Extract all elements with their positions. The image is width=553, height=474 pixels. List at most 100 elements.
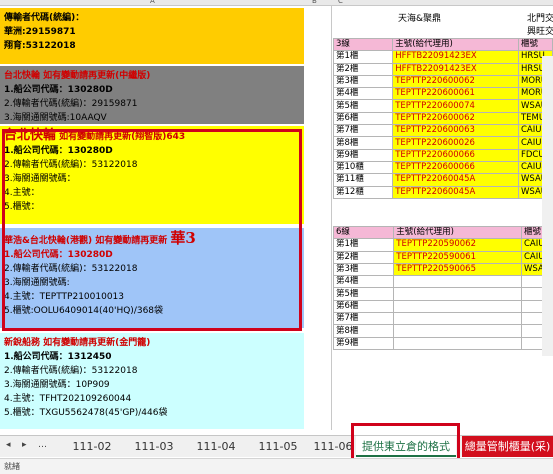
container-index-cell[interactable]: 第5櫃 bbox=[332, 99, 394, 113]
line-2: 2.傳輸者代碼(統編)：53122018 bbox=[4, 366, 138, 376]
sheet-tab-bar: ◂ ▸ … 111-02 111-03 111-04 111-05 111-06… bbox=[0, 435, 553, 457]
huazhou-code: 華洲:29159871 bbox=[4, 27, 76, 37]
container-index-cell[interactable]: 第3櫃 bbox=[332, 74, 394, 89]
container-index-cell[interactable]: 第4櫃 bbox=[332, 275, 395, 289]
transmitter-code-block[interactable]: 傳輸者代碼(統編)： 華洲:29159871 翔育:53122018 bbox=[0, 8, 304, 64]
master-number-cell[interactable] bbox=[393, 312, 522, 326]
scroll-first-icon[interactable]: ◂ bbox=[6, 440, 11, 450]
master-number-cell[interactable]: TEPTTP220600062 bbox=[392, 111, 519, 126]
master-number-cell[interactable]: TEPTTP220600074 bbox=[392, 99, 519, 113]
table-row: 第8櫃 bbox=[332, 324, 553, 338]
master-number-cell[interactable]: TEPTTP220590062 bbox=[393, 238, 522, 252]
tab-dongli-format[interactable]: 提供東立倉的格式 bbox=[356, 436, 456, 457]
master-number-cell[interactable]: TEPTTP220590061 bbox=[393, 250, 522, 264]
container-index-cell[interactable]: 第6櫃 bbox=[332, 299, 395, 314]
line-3: 3.海關通關號碼:10AAQV bbox=[4, 113, 107, 123]
master-number-cell[interactable]: TEPTTP220600062 bbox=[392, 74, 519, 89]
line-5: 5.櫃號：TXGU5562478(45'GP)/446袋 bbox=[4, 408, 168, 418]
container-index-cell[interactable]: 第4櫃 bbox=[332, 87, 394, 101]
master-number-cell[interactable]: TEPTTP22060045A bbox=[392, 185, 519, 199]
column-header-c[interactable]: C bbox=[338, 0, 343, 5]
table-row: 第5櫃 bbox=[332, 287, 553, 301]
container-index-cell[interactable]: 第12櫃 bbox=[332, 185, 394, 199]
tab-111-03[interactable]: 111-03 bbox=[124, 436, 184, 457]
more-tabs-icon[interactable]: … bbox=[38, 440, 47, 450]
header-cell[interactable]: 主號(給代理用) bbox=[392, 37, 519, 52]
line-3: 3.海關通關號碼：10P909 bbox=[4, 380, 110, 390]
line-2: 2.傳輸者代碼(統編)：53122018 bbox=[4, 264, 138, 274]
master-number-cell[interactable]: TEPTTP220600061 bbox=[392, 87, 519, 101]
xinrui-shipping-block[interactable]: 新銳船務 如有變動請再更新(金門籠) 1.船公司代碼：1312450 2.傳輸者… bbox=[0, 333, 304, 429]
table-row: 第6櫃 TEPTTP220600062 TEMU bbox=[332, 111, 553, 126]
taipei-express-xiangzhi-block[interactable]: 台北快輪 如有變動請再更新(翔智版)643 1.船公司代碼：130280D 2.… bbox=[0, 126, 304, 224]
master-number-cell[interactable] bbox=[393, 275, 522, 289]
line-4: 4.主號：TEPTTP210010013 bbox=[4, 292, 124, 302]
table-row: 第8櫃 TEPTTP220600026 CAIU5 bbox=[332, 136, 553, 150]
container-index-cell[interactable]: 第7櫃 bbox=[332, 124, 394, 138]
line-1: 1.船公司代碼：130280D bbox=[4, 250, 113, 260]
line-4: 4.主號： bbox=[4, 188, 40, 198]
title-rest: 如有變動請再更新(翔智版)643 bbox=[56, 132, 186, 142]
line-3: 3.海關通關號碼： bbox=[4, 174, 76, 184]
huahao-taipei-block[interactable]: 華浩&台北快輪(港觀) 如有變動請再更新 華3 1.船公司代碼：130280D … bbox=[0, 228, 304, 328]
master-number-cell[interactable]: TEPTTP220600063 bbox=[392, 124, 519, 138]
table-row: 第5櫃 TEPTTP220600074 WSAU bbox=[332, 99, 553, 113]
table-row: 第3櫃 TEPTTP220590065 WSAU bbox=[332, 262, 553, 277]
master-number-cell[interactable]: TEPTTP220600066 bbox=[392, 148, 519, 162]
column-header-b[interactable]: B bbox=[312, 0, 317, 5]
header-cell[interactable]: 櫃號 bbox=[517, 37, 553, 52]
container-index-cell[interactable]: 第9櫃 bbox=[332, 148, 394, 162]
header-cell[interactable]: 主號(給代理用) bbox=[393, 225, 522, 240]
scroll-prev-icon[interactable]: ▸ bbox=[22, 440, 27, 450]
master-number-cell[interactable]: TEPTTP220600066 bbox=[392, 160, 519, 175]
column-header-a[interactable]: A bbox=[150, 0, 155, 5]
container-index-cell[interactable]: 第7櫃 bbox=[332, 312, 395, 326]
table-row: 第2櫃 TEPTTP220590061 CAIU5 bbox=[332, 250, 553, 264]
container-index-cell[interactable]: 第3櫃 bbox=[332, 262, 395, 277]
table-row: 第4櫃 bbox=[332, 275, 553, 289]
line6-container-table: 6線 主號(給代理用) 櫃號 第1櫃 TEPTTP220590062 CAIU5 第2櫃 TE… bbox=[332, 225, 553, 350]
xingwang-header[interactable]: 興旺交 bbox=[527, 24, 553, 37]
xiangyu-code: 翔育:53122018 bbox=[4, 41, 76, 51]
vertical-scrollbar[interactable] bbox=[542, 56, 553, 356]
container-index-cell[interactable]: 第9櫃 bbox=[332, 336, 395, 350]
container-index-cell[interactable]: 第2櫃 bbox=[332, 250, 395, 264]
tianhai-header[interactable]: 天海&聚鼎 bbox=[398, 11, 441, 24]
container-index-cell[interactable]: 第8櫃 bbox=[332, 324, 395, 338]
table-row: 第9櫃 TEPTTP220600066 FDCU5 bbox=[332, 148, 553, 162]
tab-111-02[interactable]: 111-02 bbox=[62, 436, 122, 457]
master-number-cell[interactable] bbox=[393, 299, 522, 314]
block-title: 台北快輪 如有變動請再更新(翔智版)643 bbox=[4, 129, 300, 144]
container-index-cell[interactable]: 第11櫃 bbox=[332, 173, 394, 187]
master-number-cell[interactable]: HFFTB22091423EX bbox=[392, 62, 519, 76]
table-row: 第9櫃 bbox=[332, 336, 553, 350]
tab-111-06[interactable]: 111-06 bbox=[310, 436, 356, 457]
header-cell[interactable]: 6線 bbox=[332, 225, 395, 240]
taipei-express-relay-block[interactable]: 台北快輪 如有變動請再更新(中繼版) 1.船公司代碼：130280D 2.傳輸者… bbox=[0, 66, 304, 124]
master-number-cell[interactable]: HFFTB22091423EX bbox=[392, 50, 519, 64]
table-header-row: 6線 主號(給代理用) 櫃號 bbox=[332, 225, 553, 240]
tab-111-04[interactable]: 111-04 bbox=[186, 436, 246, 457]
master-number-cell[interactable] bbox=[393, 287, 522, 301]
table-row: 第1櫃 TEPTTP220590062 CAIU5 bbox=[332, 238, 553, 252]
master-number-cell[interactable] bbox=[393, 324, 522, 338]
container-index-cell[interactable]: 第5櫃 bbox=[332, 287, 395, 301]
header-cell[interactable]: 3線 bbox=[332, 37, 394, 52]
master-number-cell[interactable]: TEPTTP22060045A bbox=[392, 173, 519, 187]
container-index-cell[interactable]: 第6櫃 bbox=[332, 111, 394, 126]
block-title: 台北快輪 如有變動請再更新(中繼版) bbox=[4, 71, 151, 81]
container-index-cell[interactable]: 第2櫃 bbox=[332, 62, 394, 76]
master-number-cell[interactable] bbox=[393, 336, 522, 350]
master-number-cell[interactable]: TEPTTP220600026 bbox=[392, 136, 519, 150]
line-2: 2.傳輸者代碼(統編)：29159871 bbox=[4, 99, 138, 109]
container-index-cell[interactable]: 第1櫃 bbox=[332, 50, 394, 64]
master-number-cell[interactable]: TEPTTP220590065 bbox=[393, 262, 522, 277]
container-index-cell[interactable]: 第8櫃 bbox=[332, 136, 394, 150]
container-index-cell[interactable]: 第10櫃 bbox=[332, 160, 394, 175]
tab-total-control[interactable]: 總量管制櫃量(采) bbox=[462, 436, 553, 457]
tab-111-05[interactable]: 111-05 bbox=[248, 436, 308, 457]
beimen-header[interactable]: 北門交 bbox=[527, 11, 553, 24]
block-title: 新銳船務 如有變動請再更新(金門籠) bbox=[4, 338, 151, 348]
left-notes-column: 傳輸者代碼(統編)： 華洲:29159871 翔育:53122018 台北快輪 … bbox=[0, 6, 332, 430]
container-index-cell[interactable]: 第1櫃 bbox=[332, 238, 395, 252]
